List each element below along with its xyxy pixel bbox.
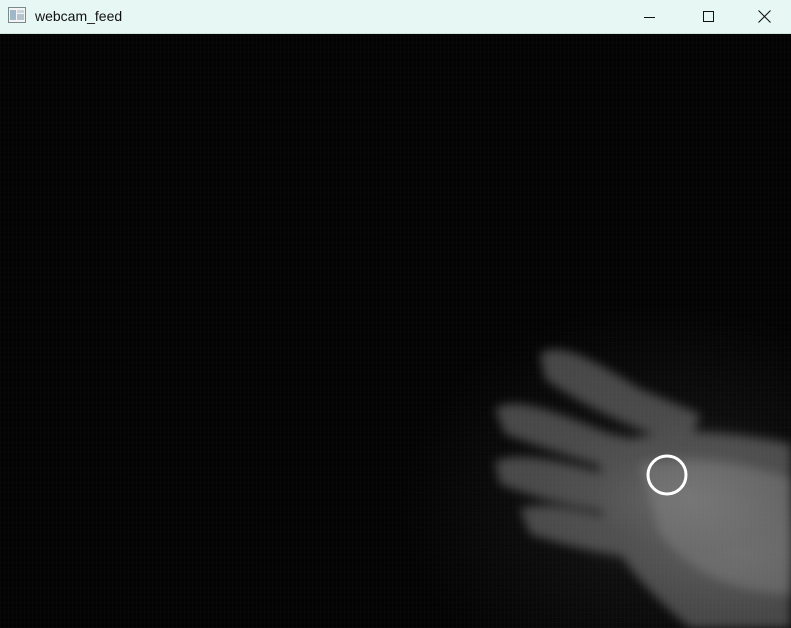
app-window-icon [8,7,26,23]
fingertip-circle [646,454,688,496]
minimize-icon [644,16,655,18]
tracking-marker [646,454,688,496]
window-title: webcam_feed [35,8,123,24]
webcam-feed-view [0,34,791,628]
close-button[interactable] [738,0,791,33]
maximize-icon [703,10,714,22]
minimize-button[interactable] [621,0,679,33]
close-icon [758,10,771,23]
title-bar[interactable]: webcam_feed [0,0,791,34]
app-window: webcam_feed [0,0,791,628]
maximize-button[interactable] [680,0,738,33]
